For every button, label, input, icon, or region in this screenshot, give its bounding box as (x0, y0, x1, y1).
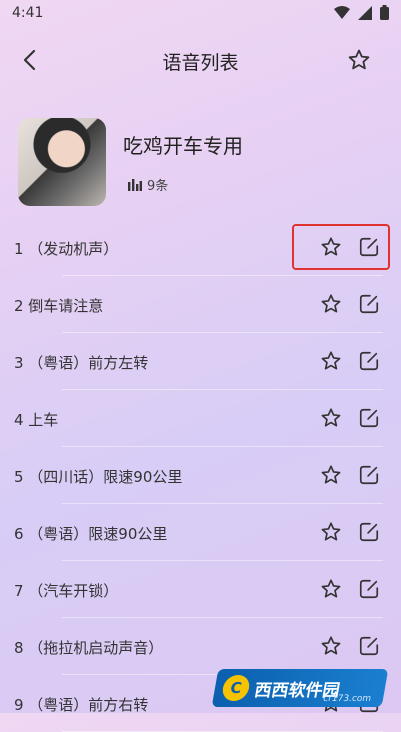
row-divider (62, 332, 383, 333)
favorite-button[interactable] (343, 44, 375, 76)
list-item-label: 4 上车 (14, 411, 59, 429)
page-title: 语音列表 (162, 52, 239, 74)
favorite-item-button[interactable] (318, 633, 344, 659)
edit-item-button[interactable] (356, 405, 382, 431)
list-item-label: 5 （四川话）限速90公里 (14, 468, 183, 486)
edit-icon (359, 579, 379, 599)
wifi-icon (334, 5, 350, 19)
star-icon (321, 579, 341, 598)
star-icon (321, 636, 341, 655)
watermark-subtext: cr173.com (322, 694, 372, 704)
favorite-item-button[interactable] (318, 291, 344, 317)
star-icon (348, 49, 370, 70)
list-item[interactable]: 6 （粤语）限速90公里 (0, 505, 401, 561)
watermark-logo-mark: C (220, 675, 252, 701)
favorite-item-button[interactable] (318, 462, 344, 488)
edit-icon (359, 351, 379, 371)
edit-icon (359, 636, 379, 656)
bar-chart-icon (128, 178, 142, 191)
row-divider (62, 446, 383, 447)
list-item[interactable]: 5 （四川话）限速90公里 (0, 448, 401, 504)
status-time: 4:41 (12, 5, 44, 21)
edit-item-button[interactable] (356, 576, 382, 602)
list-item[interactable]: 2 倒车请注意 (0, 277, 401, 333)
list-item-label: 6 （粤语）限速90公里 (14, 525, 168, 543)
favorite-item-button[interactable] (318, 405, 344, 431)
top-bar: 语音列表 (0, 36, 401, 84)
edit-item-button[interactable] (356, 633, 382, 659)
row-divider (62, 389, 383, 390)
edit-icon (359, 294, 379, 314)
edit-item-button[interactable] (356, 519, 382, 545)
playlist-header: 吃鸡开车专用 9条 (18, 118, 388, 206)
star-icon (321, 408, 341, 427)
playlist-cover-image (18, 118, 106, 206)
star-icon (321, 522, 341, 541)
list-item-label: 1 （发动机声） (14, 240, 119, 258)
item-count: 9条 (128, 175, 168, 194)
list-item-label: 3 （粤语）前方左转 (14, 354, 149, 372)
edit-icon (359, 465, 379, 485)
edit-item-button[interactable] (356, 348, 382, 374)
list-item[interactable]: 7 （汽车开锁） (0, 562, 401, 618)
star-icon (321, 351, 341, 370)
list-item-label: 8 （拖拉机启动声音） (14, 639, 164, 657)
favorite-item-button[interactable] (318, 576, 344, 602)
row-divider (62, 617, 383, 618)
star-icon (321, 465, 341, 484)
edit-item-button[interactable] (356, 291, 382, 317)
list-item[interactable]: 4 上车 (0, 391, 401, 447)
status-icons (334, 5, 389, 20)
highlight-box (292, 224, 390, 270)
favorite-item-button[interactable] (318, 348, 344, 374)
signal-icon (358, 5, 372, 20)
edit-icon (359, 408, 379, 428)
list-item-label: 7 （汽车开锁） (14, 582, 119, 600)
edit-item-button[interactable] (356, 462, 382, 488)
watermark-logo: C 西西软件园 cr173.com (211, 669, 389, 707)
status-bar: 4:41 (0, 0, 401, 28)
edit-icon (359, 522, 379, 542)
battery-icon (380, 5, 389, 20)
item-count-label: 9条 (147, 179, 169, 194)
favorite-item-button[interactable] (318, 519, 344, 545)
playlist-title: 吃鸡开车专用 (123, 134, 243, 158)
row-divider (62, 503, 383, 504)
star-icon (321, 294, 341, 313)
list-item-label: 9 （粤语）前方右转 (14, 696, 149, 714)
list-item-label: 2 倒车请注意 (14, 297, 104, 315)
list-item[interactable]: 3 （粤语）前方左转 (0, 334, 401, 390)
row-divider (62, 275, 383, 276)
list-item[interactable]: 8 （拖拉机启动声音） (0, 619, 401, 675)
row-divider (62, 560, 383, 561)
